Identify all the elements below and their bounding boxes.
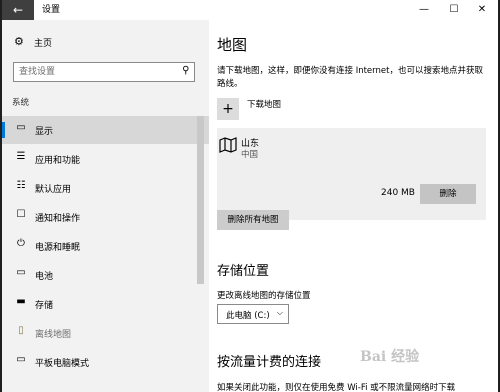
sidebar-item-label: 通知和操作 — [35, 214, 81, 224]
sidebar-item-label: 默认应用 — [35, 185, 72, 195]
sidebar: ⚙ 主页 ⚲ 系统 ▭ 显示 ☰ 应用和功能 ☷ 默认应用 ☐ 通知和操作 ⏻ … — [2, 20, 209, 392]
sidebar-item-notifications[interactable]: ☐ 通知和操作 — [2, 203, 209, 231]
title-bar: ← 设置 — ☐ ✕ — [2, 0, 498, 20]
delete-all-maps-button[interactable]: 删除所有地图 — [217, 210, 289, 230]
search-box: ⚲ — [13, 62, 195, 82]
section-label-system: 系统 — [12, 98, 30, 108]
chevron-down-icon: ⌵ — [276, 308, 283, 317]
power-icon: ⏻ — [17, 238, 25, 249]
sidebar-item-label: 离线地图 — [35, 330, 72, 340]
page-description: 请下载地图，这样，即便你没有连接 Internet，也可以搜索地点并获取路线。 — [217, 66, 483, 89]
storage-location-dropdown[interactable]: 此电脑 (C:) ⌵ — [217, 304, 289, 324]
sidebar-item-home[interactable]: ⚙ 主页 — [2, 32, 209, 54]
minimize-icon: — — [419, 4, 429, 15]
page-title: 地图 — [217, 36, 248, 54]
sidebar-item-offline-maps[interactable]: ▯ 离线地图 — [2, 319, 209, 347]
settings-window: ← 设置 — ☐ ✕ ⚙ 主页 ⚲ 系统 ▭ 显示 ☰ 应用和功能 — [2, 0, 498, 392]
sidebar-item-label: 应用和功能 — [35, 156, 81, 166]
map-size: 240 MB — [381, 188, 415, 198]
sidebar-item-label: 显示 — [35, 127, 54, 137]
metered-connection-description: 如果关闭此功能，则仅在使用免费 Wi-Fi 或不限流量网络时下载 — [217, 383, 456, 392]
search-icon[interactable]: ⚲ — [182, 65, 189, 76]
minimize-button[interactable]: — — [410, 0, 438, 20]
map-icon: ▯ — [18, 325, 24, 336]
sidebar-item-label: 平板电脑模式 — [35, 359, 90, 369]
map-country: 中国 — [241, 150, 259, 160]
storage-icon: ▬ — [16, 296, 26, 307]
window-title: 设置 — [42, 5, 61, 15]
sidebar-item-display[interactable]: ▭ 显示 — [2, 116, 209, 144]
tablet-icon: ▭ — [16, 354, 26, 365]
close-icon: ✕ — [477, 4, 487, 15]
map-item-card[interactable]: 山东 中国 240 MB 删除 — [217, 128, 486, 220]
folded-map-icon — [219, 137, 237, 153]
sidebar-scrollbar[interactable] — [197, 116, 204, 284]
download-maps-button[interactable]: + 下载地图 — [217, 98, 327, 120]
search-input[interactable] — [14, 63, 174, 81]
list-icon: ☰ — [16, 151, 26, 162]
sidebar-item-tablet-mode[interactable]: ▭ 平板电脑模式 — [2, 348, 209, 376]
back-button[interactable]: ← — [2, 0, 34, 20]
sidebar-item-apps-features[interactable]: ☰ 应用和功能 — [2, 145, 209, 173]
sidebar-item-label: 存储 — [35, 301, 54, 311]
sidebar-item-default-apps[interactable]: ☷ 默认应用 — [2, 174, 209, 202]
sidebar-item-power-sleep[interactable]: ⏻ 电源和睡眠 — [2, 232, 209, 260]
storage-location-value: 此电脑 (C:) — [226, 311, 270, 321]
battery-icon: ▭ — [16, 267, 26, 278]
sidebar-item-label: 电池 — [35, 272, 54, 282]
notification-icon: ☐ — [16, 209, 26, 220]
sidebar-item-label: 电源和睡眠 — [35, 243, 81, 253]
monitor-icon: ▭ — [16, 122, 26, 133]
sidebar-item-storage[interactable]: ▬ 存储 — [2, 290, 209, 318]
default-apps-icon: ☷ — [16, 180, 26, 191]
baidu-watermark: Bai 经验 — [360, 349, 420, 365]
sidebar-item-battery[interactable]: ▭ 电池 — [2, 261, 209, 289]
main-content: 地图 请下载地图，这样，即便你没有连接 Internet，也可以搜索地点并获取路… — [209, 20, 498, 392]
delete-button[interactable]: 删除 — [420, 184, 476, 204]
download-maps-label: 下载地图 — [247, 100, 282, 110]
gear-icon: ⚙ — [14, 35, 24, 48]
storage-location-label: 更改离线地图的存储位置 — [217, 291, 311, 301]
plus-icon: + — [217, 98, 239, 120]
storage-location-heading: 存储位置 — [217, 264, 270, 279]
metered-connection-heading: 按流量计费的连接 — [217, 355, 322, 370]
close-button[interactable]: ✕ — [468, 0, 496, 20]
maximize-icon: ☐ — [449, 4, 459, 15]
maximize-button[interactable]: ☐ — [440, 0, 468, 20]
sidebar-item-label: 主页 — [34, 39, 53, 49]
back-arrow-icon: ← — [12, 3, 24, 17]
